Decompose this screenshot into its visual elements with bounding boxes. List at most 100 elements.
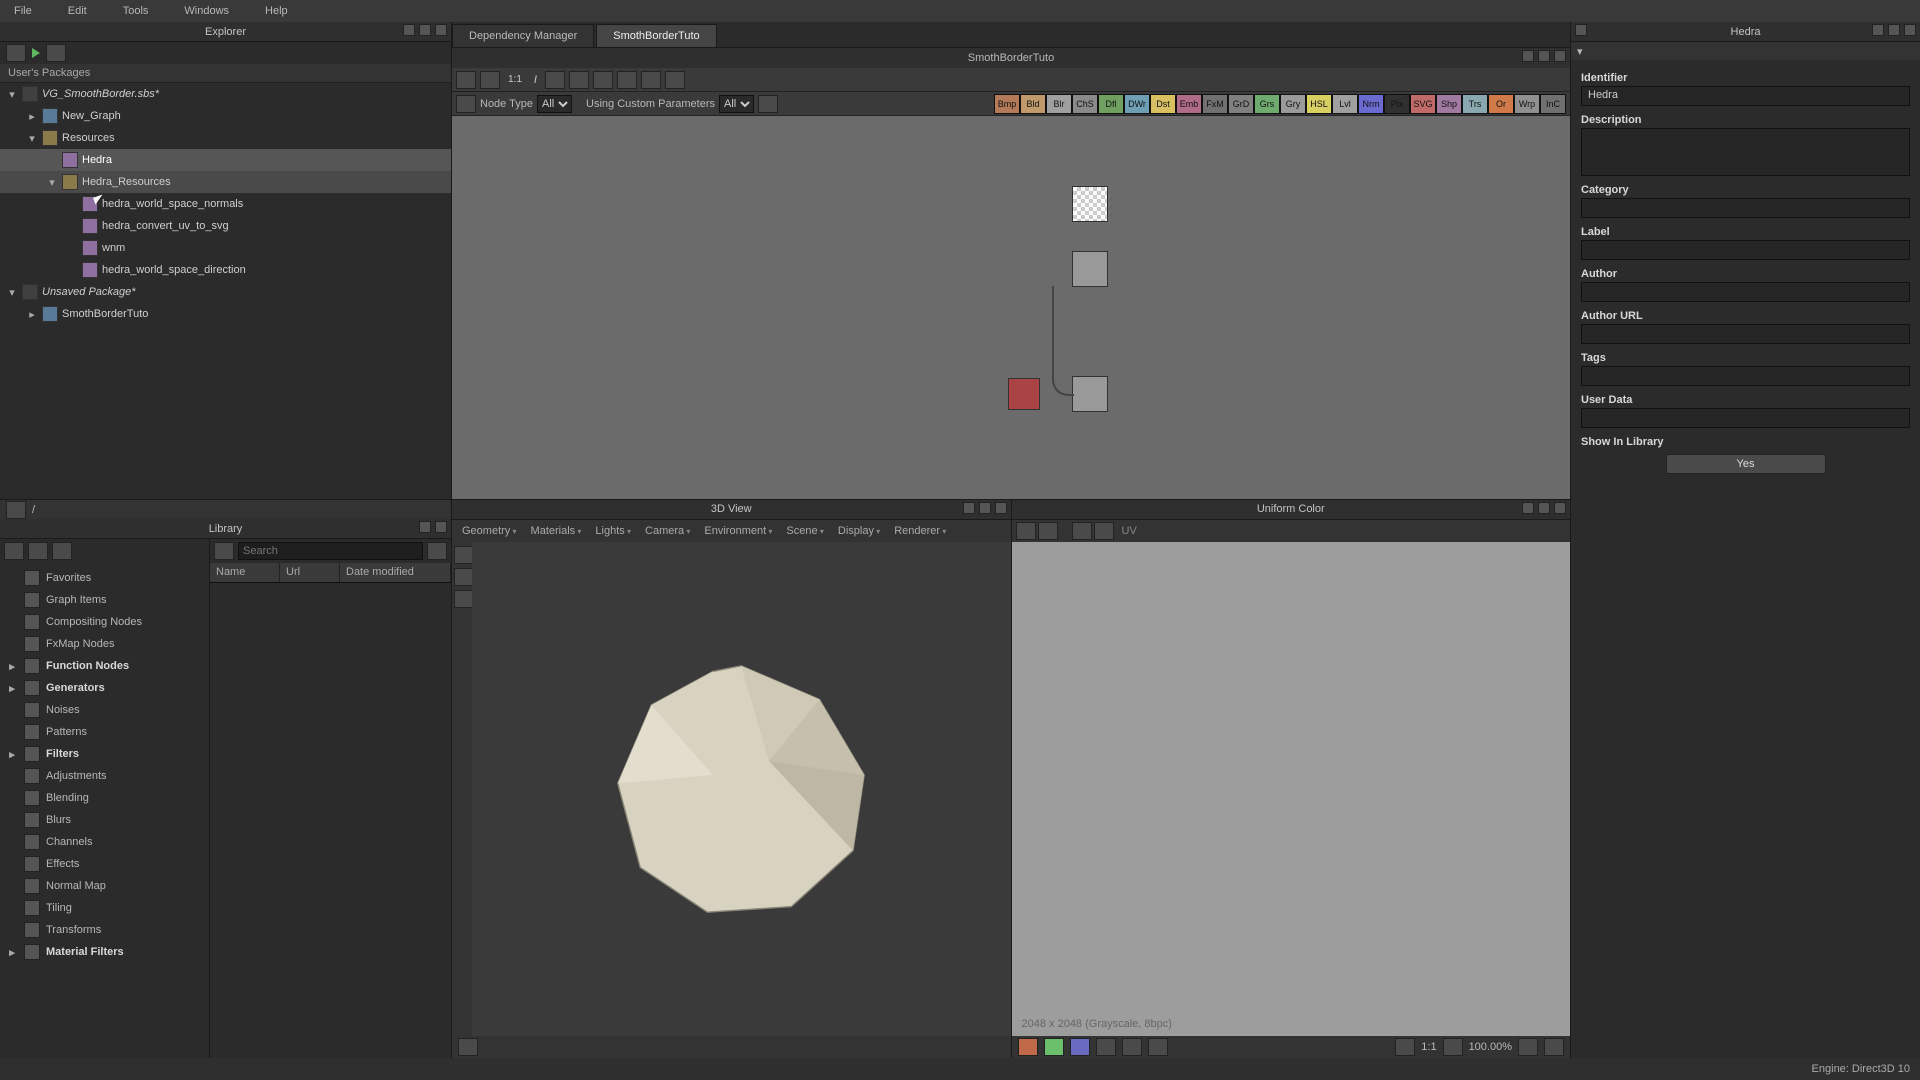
view3d-menu-scene[interactable]: Scene	[780, 523, 829, 539]
category-input[interactable]	[1581, 198, 1910, 218]
select-icon[interactable]	[454, 546, 474, 564]
new-package-icon[interactable]	[6, 44, 26, 62]
expand-icon[interactable]: ▾	[46, 176, 58, 189]
palette-chip-bld[interactable]: Bld	[1020, 94, 1046, 114]
palette-chip-bmp[interactable]: Bmp	[994, 94, 1020, 114]
expand-icon[interactable]: ▾	[26, 132, 38, 145]
palette-chip-nrm[interactable]: Nrm	[1358, 94, 1384, 114]
add-icon[interactable]	[28, 542, 48, 560]
description-input[interactable]	[1581, 128, 1910, 176]
palette-chip-fxm[interactable]: FxM	[1202, 94, 1228, 114]
tree-row[interactable]: ▾ Unsaved Package*	[0, 281, 451, 303]
palette-chip-trs[interactable]: Trs	[1462, 94, 1488, 114]
menu-file[interactable]: File	[8, 3, 38, 19]
close-icon[interactable]	[995, 502, 1007, 514]
library-filter-item[interactable]: Adjustments	[0, 765, 209, 787]
expand-icon[interactable]: ▸	[26, 308, 38, 321]
library-filter-list[interactable]: Favorites Graph Items Compositing Nodes …	[0, 563, 209, 967]
dock-icon[interactable]	[1522, 50, 1534, 62]
scope-icon[interactable]	[1072, 522, 1092, 540]
expand-icon[interactable]: ▾	[6, 286, 18, 299]
close-icon[interactable]	[435, 521, 447, 533]
tags-input[interactable]	[1581, 366, 1910, 386]
expand-icon[interactable]: ▸	[6, 682, 18, 695]
channel-r-icon[interactable]	[1018, 1038, 1038, 1056]
library-filter-item[interactable]: ▸ Filters	[0, 743, 209, 765]
axis-icon[interactable]	[458, 1038, 478, 1056]
dock-icon[interactable]	[419, 521, 431, 533]
view3d-menu-environment[interactable]: Environment	[698, 523, 778, 539]
zoom-fit-icon[interactable]	[1395, 1038, 1415, 1056]
palette-chip-or[interactable]: Or	[1488, 94, 1514, 114]
channel-a-icon[interactable]	[1096, 1038, 1116, 1056]
library-search-input[interactable]	[238, 542, 423, 560]
home-icon[interactable]	[4, 542, 24, 560]
dock-icon[interactable]	[1522, 502, 1534, 514]
library-filter-item[interactable]: ▸ Function Nodes	[0, 655, 209, 677]
library-filter-item[interactable]: ▸ Generators	[0, 677, 209, 699]
library-filter-item[interactable]: Normal Map	[0, 875, 209, 897]
refresh-icon[interactable]	[641, 71, 661, 89]
graph-node-output[interactable]	[1008, 378, 1040, 410]
palette-chip-lvl[interactable]: Lvl	[1332, 94, 1358, 114]
library-filter-item[interactable]: Channels	[0, 831, 209, 853]
maximize-icon[interactable]	[1538, 502, 1550, 514]
channel-g-icon[interactable]	[1044, 1038, 1064, 1056]
dock-icon[interactable]	[1872, 24, 1884, 36]
star-icon[interactable]	[427, 542, 447, 560]
library-filter-item[interactable]: Blurs	[0, 809, 209, 831]
graph-node-a[interactable]	[1072, 251, 1108, 287]
view3d-menu-lights[interactable]: Lights	[589, 523, 637, 539]
expand-icon[interactable]: ▸	[6, 660, 18, 673]
tile-icon[interactable]	[1544, 1038, 1564, 1056]
palette-chip-blr[interactable]: Blr	[1046, 94, 1072, 114]
author-input[interactable]	[1581, 282, 1910, 302]
palette-chip-wrp[interactable]: Wrp	[1514, 94, 1540, 114]
dock-icon[interactable]	[963, 502, 975, 514]
menu-edit[interactable]: Edit	[62, 3, 93, 19]
menu-windows[interactable]: Windows	[178, 3, 235, 19]
palette-chip-svg[interactable]: SVG	[1410, 94, 1436, 114]
tree-row[interactable]: Hedra	[0, 149, 451, 171]
tree-row[interactable]: ▸ New_Graph	[0, 105, 451, 127]
tab-dependency-manager[interactable]: Dependency Manager	[452, 24, 594, 47]
link-icon[interactable]	[569, 71, 589, 89]
library-filter-item[interactable]: ▸ Material Filters	[0, 941, 209, 963]
move-icon[interactable]	[454, 568, 474, 586]
tree-row[interactable]: ▾ Resources	[0, 127, 451, 149]
palette-chip-hsl[interactable]: HSL	[1306, 94, 1332, 114]
grid-icon[interactable]	[1038, 522, 1058, 540]
pin-icon[interactable]	[456, 71, 476, 89]
close-icon[interactable]	[1554, 50, 1566, 62]
expand-icon[interactable]: ▾	[6, 88, 18, 101]
align-icon[interactable]	[480, 71, 500, 89]
highlight-icon[interactable]	[593, 71, 613, 89]
tree-row[interactable]: hedra_world_space_normals	[0, 193, 451, 215]
palette-chip-gry[interactable]: Gry	[1280, 94, 1306, 114]
view3d-menu-renderer[interactable]: Renderer	[888, 523, 952, 539]
expand-icon[interactable]: ▸	[26, 110, 38, 123]
view3d-menu-geometry[interactable]: Geometry	[456, 523, 523, 539]
user-data-input[interactable]	[1581, 408, 1910, 428]
zoom-out-icon[interactable]	[1443, 1038, 1463, 1056]
tree-row[interactable]: hedra_convert_uv_to_svg	[0, 215, 451, 237]
explorer-tree[interactable]: ▾ VG_SmoothBorder.sbs*▸ New_Graph▾ Resou…	[0, 83, 451, 499]
scale-icon[interactable]	[454, 590, 474, 608]
show-in-library-toggle[interactable]: Yes	[1666, 454, 1826, 474]
custom-params-select[interactable]: All	[719, 95, 754, 113]
dock-icon[interactable]	[403, 24, 415, 36]
palette-chip-grs[interactable]: Grs	[1254, 94, 1280, 114]
menu-tools[interactable]: Tools	[117, 3, 155, 19]
palette-chip-dst[interactable]: Dst	[1150, 94, 1176, 114]
zoom-in-icon[interactable]	[1518, 1038, 1538, 1056]
gear-icon[interactable]	[665, 71, 685, 89]
view2d-viewport[interactable]: 2048 x 2048 (Grayscale, 8bpc)	[1012, 542, 1571, 1036]
expand-icon[interactable]: ▸	[6, 748, 18, 761]
palette-chip-shp[interactable]: Shp	[1436, 94, 1462, 114]
view3d-viewport[interactable]	[472, 542, 1011, 1036]
library-filter-item[interactable]: Graph Items	[0, 589, 209, 611]
properties-collapse-bar[interactable]: ▾	[1571, 42, 1920, 60]
timing-icon[interactable]	[617, 71, 637, 89]
play-button[interactable]	[32, 48, 40, 58]
library-filter-item[interactable]: Favorites	[0, 567, 209, 589]
